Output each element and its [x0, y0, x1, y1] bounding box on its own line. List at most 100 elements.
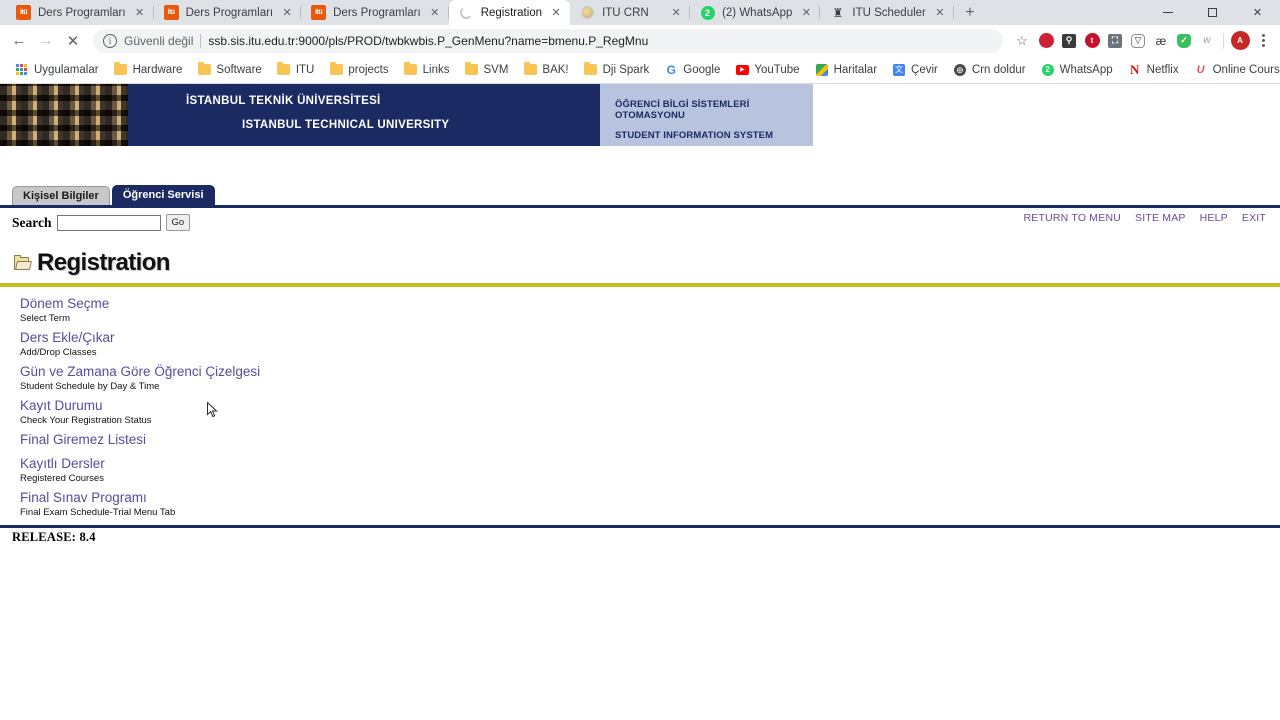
menu-item-kayit-durumu: Kayıt Durumu Check Your Registration Sta…	[20, 397, 1280, 427]
close-icon[interactable]: ✕	[280, 6, 294, 20]
bookmark-label: YouTube	[754, 63, 800, 76]
netflix-icon: N	[1129, 61, 1140, 77]
folder-icon	[197, 62, 211, 77]
bookmark-online-courses[interactable]: U Online Courses - A...	[1187, 61, 1280, 79]
close-icon[interactable]: ✕	[428, 6, 442, 20]
divider	[200, 33, 202, 48]
bookmark-itu[interactable]: ITU	[270, 61, 322, 79]
tab-title: Ders Programları	[38, 6, 126, 19]
browser-window: itü Ders Programları ✕ itü Ders Programl…	[0, 0, 1280, 720]
close-icon[interactable]: ✕	[799, 6, 813, 20]
menu-link[interactable]: Final Giremez Listesi	[20, 432, 146, 448]
go-button[interactable]: Go	[165, 214, 191, 231]
browser-tab[interactable]: itü Ders Programları ✕	[154, 0, 302, 25]
menu-description: Final Exam Schedule-Trial Menu Tab	[20, 507, 176, 518]
bookmark-label: projects	[348, 63, 389, 76]
sis-tab-bar: Kişisel Bilgiler Öğrenci Servisi	[0, 185, 1280, 205]
close-icon[interactable]: ✕	[1235, 0, 1280, 25]
bookmark-whatsapp[interactable]: 2 WhatsApp	[1034, 61, 1120, 79]
bookmark-label: WhatsApp	[1059, 63, 1113, 76]
new-tab-button[interactable]: +	[956, 0, 984, 25]
youtube-icon: ▶	[735, 63, 749, 77]
ext-w-icon[interactable]: w	[1196, 29, 1218, 53]
bookmark-links[interactable]: Links	[397, 61, 457, 79]
tab-ogrenci-servisi[interactable]: Öğrenci Servisi	[111, 185, 215, 205]
folder-icon	[523, 62, 537, 77]
site-map-link[interactable]: SITE MAP	[1135, 212, 1186, 224]
bookmark-label: Dji Spark	[602, 63, 650, 76]
menu-item-final-sinav-programi: Final Sınav Programı Final Exam Schedule…	[20, 489, 1280, 519]
bookmark-haritalar[interactable]: Haritalar	[808, 61, 884, 79]
ext-tumblr-icon[interactable]: t	[1081, 29, 1103, 53]
ext-capture-icon[interactable]: ⛶	[1104, 29, 1126, 53]
ext-dark-pin-icon[interactable]: ⚲	[1058, 29, 1080, 53]
bookmark-label: Hardware	[132, 63, 183, 76]
bookmark-bak[interactable]: BAK!	[516, 61, 575, 79]
bookmark-svm[interactable]: SVM	[457, 61, 515, 79]
bookmark-apps[interactable]: Uygulamalar	[8, 61, 106, 79]
ext-red-circle-icon[interactable]	[1035, 29, 1057, 53]
menu-link[interactable]: Kayıtlı Dersler	[20, 456, 105, 472]
bookmark-dji-spark[interactable]: Dji Spark	[577, 61, 657, 79]
itu-icon: itü	[163, 5, 179, 20]
menu-link[interactable]: Kayıt Durumu	[20, 398, 103, 414]
tab-kisisel-bilgiler[interactable]: Kişisel Bilgiler	[12, 186, 110, 205]
close-icon[interactable]: ✕	[133, 6, 147, 20]
itu-icon: itü	[16, 5, 31, 20]
tab-title: Ders Programları	[333, 6, 421, 19]
registration-menu: Dönem Seçme Select Term Ders Ekle/Çıkar …	[0, 287, 1280, 519]
browser-tab[interactable]: itü Ders Programları ✕	[301, 0, 449, 25]
exit-link[interactable]: EXIT	[1242, 212, 1266, 224]
close-icon[interactable]: ✕	[549, 6, 563, 20]
university-name-tr: İSTANBUL TEKNİK ÜNİVERSİTESİ	[186, 95, 381, 107]
bookmark-projects[interactable]: projects	[322, 61, 395, 79]
avatar[interactable]: A	[1229, 29, 1251, 53]
system-name-tr: ÖĞRENCİ BİLGİ SİSTEMLERİ OTOMASYONU	[615, 99, 750, 121]
folder-icon	[464, 62, 478, 77]
folder-icon	[404, 62, 418, 77]
banner-system: ÖĞRENCİ BİLGİ SİSTEMLERİ OTOMASYONU STUD…	[600, 84, 813, 146]
page-title: Registration	[37, 249, 170, 276]
browser-tab[interactable]: 2 (2) WhatsApp ✕	[690, 0, 821, 25]
ext-ae-icon[interactable]: æ	[1150, 29, 1172, 53]
forward-arrow-icon[interactable]: →	[33, 28, 59, 54]
bookmark-netflix[interactable]: N Netflix	[1121, 61, 1186, 79]
menu-link[interactable]: Ders Ekle/Çıkar	[20, 330, 115, 346]
bookmark-google[interactable]: G Google	[657, 61, 727, 79]
tab-title: Ders Programları	[185, 6, 274, 19]
whatsapp-icon: 2	[700, 5, 715, 20]
bookmark-cevir[interactable]: 文 Çevir	[885, 61, 945, 79]
menu-link[interactable]: Dönem Seçme	[20, 296, 109, 312]
bookmark-youtube[interactable]: ▶ YouTube	[728, 61, 806, 79]
minimize-icon[interactable]	[1145, 0, 1190, 25]
return-to-menu-link[interactable]: RETURN TO MENU	[1024, 212, 1122, 224]
help-link[interactable]: HELP	[1200, 212, 1228, 224]
bookmark-crn-doldur[interactable]: ⊕ Crn doldur	[946, 61, 1033, 79]
address-bar[interactable]: i Güvenli değil ssb.sis.itu.edu.tr:9000/…	[93, 28, 1003, 53]
site-banner: İSTANBUL TEKNİK ÜNİVERSİTESİ ISTANBUL TE…	[0, 84, 1280, 146]
browser-tab[interactable]: İTÜ CRN ✕	[570, 0, 691, 25]
page-title-row: Registration	[0, 231, 1280, 277]
ext-shield-green-icon[interactable]: ✓	[1173, 29, 1195, 53]
bookmark-software[interactable]: Software	[190, 61, 268, 79]
bookmark-hardware[interactable]: Hardware	[107, 61, 190, 79]
loading-spinner-icon	[459, 5, 474, 20]
menu-item-final-giremez-listesi: Final Giremez Listesi	[20, 431, 1280, 449]
maximize-icon[interactable]	[1190, 0, 1235, 25]
crn-icon	[580, 5, 595, 20]
browser-tab-active[interactable]: Registration ✕	[448, 0, 571, 25]
ext-pocket-icon[interactable]: ▽	[1127, 29, 1149, 53]
close-icon[interactable]: ✕	[669, 6, 683, 20]
menu-link[interactable]: Final Sınav Programı	[20, 490, 147, 506]
back-arrow-icon[interactable]: ←	[6, 28, 32, 54]
search-input[interactable]	[56, 214, 161, 231]
close-icon[interactable]: ✕	[933, 6, 947, 20]
bookmark-label: Online Courses - A...	[1212, 63, 1280, 76]
menu-description: Registered Courses	[20, 473, 104, 484]
browser-tab[interactable]: ♜ ITU Scheduler ✕	[820, 0, 954, 25]
browser-tab[interactable]: itü Ders Programları ✕	[6, 0, 154, 25]
star-icon[interactable]: ☆	[1010, 29, 1034, 53]
stop-loading-icon[interactable]: ✕	[60, 28, 86, 54]
menu-link[interactable]: Gün ve Zamana Göre Öğrenci Çizelgesi	[20, 364, 260, 380]
three-dot-menu-icon[interactable]	[1252, 29, 1274, 53]
